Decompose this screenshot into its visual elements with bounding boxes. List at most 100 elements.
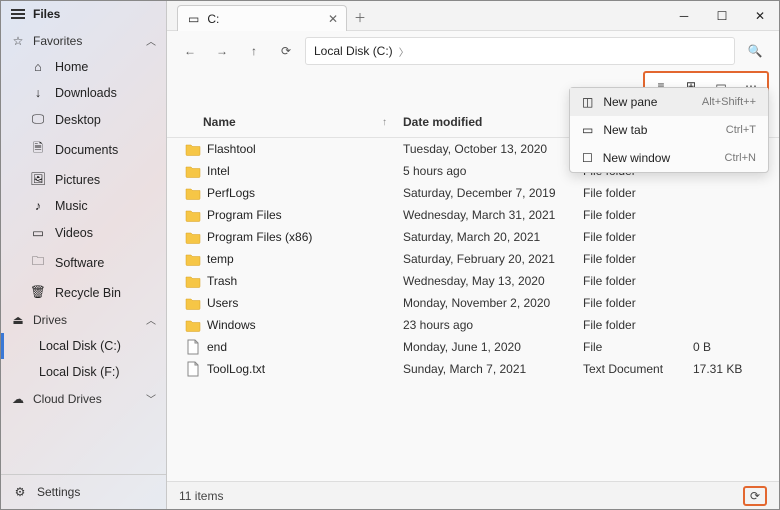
- table-row[interactable]: UsersMonday, November 2, 2020File folder: [167, 292, 779, 314]
- column-name[interactable]: Name ↑: [183, 115, 403, 129]
- menu-new-window[interactable]: ☐ New window Ctrl+N: [570, 144, 768, 172]
- file-name: PerfLogs: [203, 186, 403, 200]
- file-name: Flashtool: [203, 142, 403, 156]
- menu-label: New window: [603, 151, 670, 165]
- sidebar-settings[interactable]: ⚙ Settings: [1, 474, 166, 509]
- file-list: FlashtoolTuesday, October 13, 2020 File f…: [167, 138, 779, 481]
- cloud-label: Cloud Drives: [33, 392, 102, 406]
- app-title: Files: [33, 7, 60, 21]
- titlebar: ▭ C: ✕ ＋ ─ ☐ ✕: [167, 1, 779, 31]
- settings-label: Settings: [37, 485, 80, 499]
- menu-new-pane[interactable]: ◫New pane Alt+Shift++: [570, 88, 768, 116]
- table-row[interactable]: endMonday, June 1, 2020File0 B: [167, 336, 779, 358]
- column-date[interactable]: Date modified: [403, 115, 583, 129]
- new-tab-button[interactable]: ＋: [347, 5, 373, 30]
- sidebar-item-label: Software: [55, 256, 104, 270]
- shortcut: Ctrl+N: [725, 152, 756, 164]
- sidebar-item-software[interactable]: 🗀Software: [1, 246, 166, 279]
- file-type: File folder: [583, 208, 693, 222]
- file-size: 0 B: [693, 340, 763, 354]
- file-name: ToolLog.txt: [203, 362, 403, 376]
- file-type: File: [583, 340, 693, 354]
- table-row[interactable]: TrashWednesday, May 13, 2020File folder: [167, 270, 779, 292]
- menu-label: New tab: [603, 123, 647, 137]
- folder-icon: [183, 230, 203, 244]
- file-type: File folder: [583, 252, 693, 266]
- sidebar-item-label: Local Disk (C:): [39, 339, 121, 353]
- file-name: Trash: [203, 274, 403, 288]
- shortcut: Alt+Shift++: [702, 96, 756, 108]
- sort-ascending-icon: ↑: [382, 117, 387, 128]
- breadcrumb-item[interactable]: Local Disk (C:): [314, 44, 393, 58]
- sidebar-item-desktop[interactable]: 🖵Desktop: [1, 106, 166, 133]
- activity-spinner: ⟳: [743, 486, 767, 506]
- video-icon: ▭: [31, 225, 45, 240]
- file-date: Tuesday, October 13, 2020: [403, 142, 583, 156]
- minimize-button[interactable]: ─: [665, 1, 703, 30]
- sidebar-item-label: Music: [55, 199, 88, 213]
- tab-icon: ▭: [582, 123, 593, 137]
- sidebar-item-pictures[interactable]: 🖼Pictures: [1, 166, 166, 193]
- hamburger-icon[interactable]: [11, 9, 25, 19]
- close-button[interactable]: ✕: [741, 1, 779, 30]
- table-row[interactable]: Program FilesWednesday, March 31, 2021Fi…: [167, 204, 779, 226]
- app-window: Files ☆Favorites ︿ ⌂Home ↓Downloads 🖵Des…: [0, 0, 780, 510]
- chevron-up-icon: ︿: [146, 312, 156, 327]
- drive-icon: ⏏: [11, 313, 25, 327]
- sidebar-item-documents[interactable]: 🗎 Documents: [1, 133, 166, 166]
- section-drives[interactable]: ⏏Drives ︿: [1, 306, 166, 333]
- window-icon: ☐: [582, 151, 593, 165]
- sidebar-item-videos[interactable]: ▭Videos: [1, 219, 166, 246]
- back-button[interactable]: ←: [177, 38, 203, 64]
- sidebar-item-label: Downloads: [55, 86, 117, 100]
- document-icon: 🗎: [31, 139, 45, 160]
- up-button[interactable]: ↑: [241, 38, 267, 64]
- sidebar-item-local-disk-c[interactable]: Local Disk (C:): [1, 333, 166, 359]
- file-date: 23 hours ago: [403, 318, 583, 332]
- folder-icon: [183, 208, 203, 222]
- tab[interactable]: ▭ C: ✕: [177, 5, 347, 31]
- column-label: Name: [203, 115, 236, 129]
- table-row[interactable]: ToolLog.txtSunday, March 7, 2021Text Doc…: [167, 358, 779, 380]
- folder-icon: [183, 252, 203, 266]
- table-row[interactable]: Windows23 hours agoFile folder: [167, 314, 779, 336]
- folder-icon: [183, 296, 203, 310]
- folder-icon: [183, 318, 203, 332]
- sidebar-item-downloads[interactable]: ↓Downloads: [1, 80, 166, 106]
- sidebar-item-home[interactable]: ⌂Home: [1, 54, 166, 80]
- window-controls: ─ ☐ ✕: [665, 1, 779, 30]
- address-bar[interactable]: Local Disk (C:) 〉: [305, 37, 735, 65]
- file-type: File folder: [583, 296, 693, 310]
- folder-icon: [183, 142, 203, 156]
- section-favorites[interactable]: ☆Favorites ︿: [1, 27, 166, 54]
- sidebar-item-local-disk-f[interactable]: Local Disk (F:): [1, 359, 166, 385]
- file-name: Intel: [203, 164, 403, 178]
- file-date: Saturday, March 20, 2021: [403, 230, 583, 244]
- table-row[interactable]: PerfLogsSaturday, December 7, 2019File f…: [167, 182, 779, 204]
- sidebar-item-label: Home: [55, 60, 88, 74]
- file-name: Program Files (x86): [203, 230, 403, 244]
- column-label: Date modified: [403, 115, 482, 129]
- file-type: File folder: [583, 186, 693, 200]
- sidebar-item-label: Documents: [55, 143, 118, 157]
- section-cloud-drives[interactable]: ☁Cloud Drives ﹀: [1, 385, 166, 412]
- music-icon: ♪: [31, 199, 45, 213]
- maximize-button[interactable]: ☐: [703, 1, 741, 30]
- table-row[interactable]: tempSaturday, February 20, 2021File fold…: [167, 248, 779, 270]
- file-type: File folder: [583, 318, 693, 332]
- navbar: ← → ↑ ⟳ Local Disk (C:) 〉 🔍: [167, 31, 779, 71]
- item-count: 11 items: [179, 489, 223, 503]
- forward-button[interactable]: →: [209, 38, 235, 64]
- sidebar-item-music[interactable]: ♪ Music: [1, 193, 166, 219]
- close-icon[interactable]: ✕: [328, 12, 338, 26]
- menu-new-tab[interactable]: ▭New tab Ctrl+T: [570, 116, 768, 144]
- file-name: Users: [203, 296, 403, 310]
- pane-icon: ◫: [582, 95, 593, 109]
- refresh-button[interactable]: ⟳: [273, 38, 299, 64]
- chevron-down-icon: ﹀: [146, 391, 156, 406]
- sidebar-item-recycle-bin[interactable]: 🗑Recycle Bin: [1, 279, 166, 306]
- search-button[interactable]: 🔍: [741, 37, 769, 65]
- star-icon: ☆: [11, 34, 25, 48]
- table-row[interactable]: Program Files (x86)Saturday, March 20, 2…: [167, 226, 779, 248]
- file-date: 5 hours ago: [403, 164, 583, 178]
